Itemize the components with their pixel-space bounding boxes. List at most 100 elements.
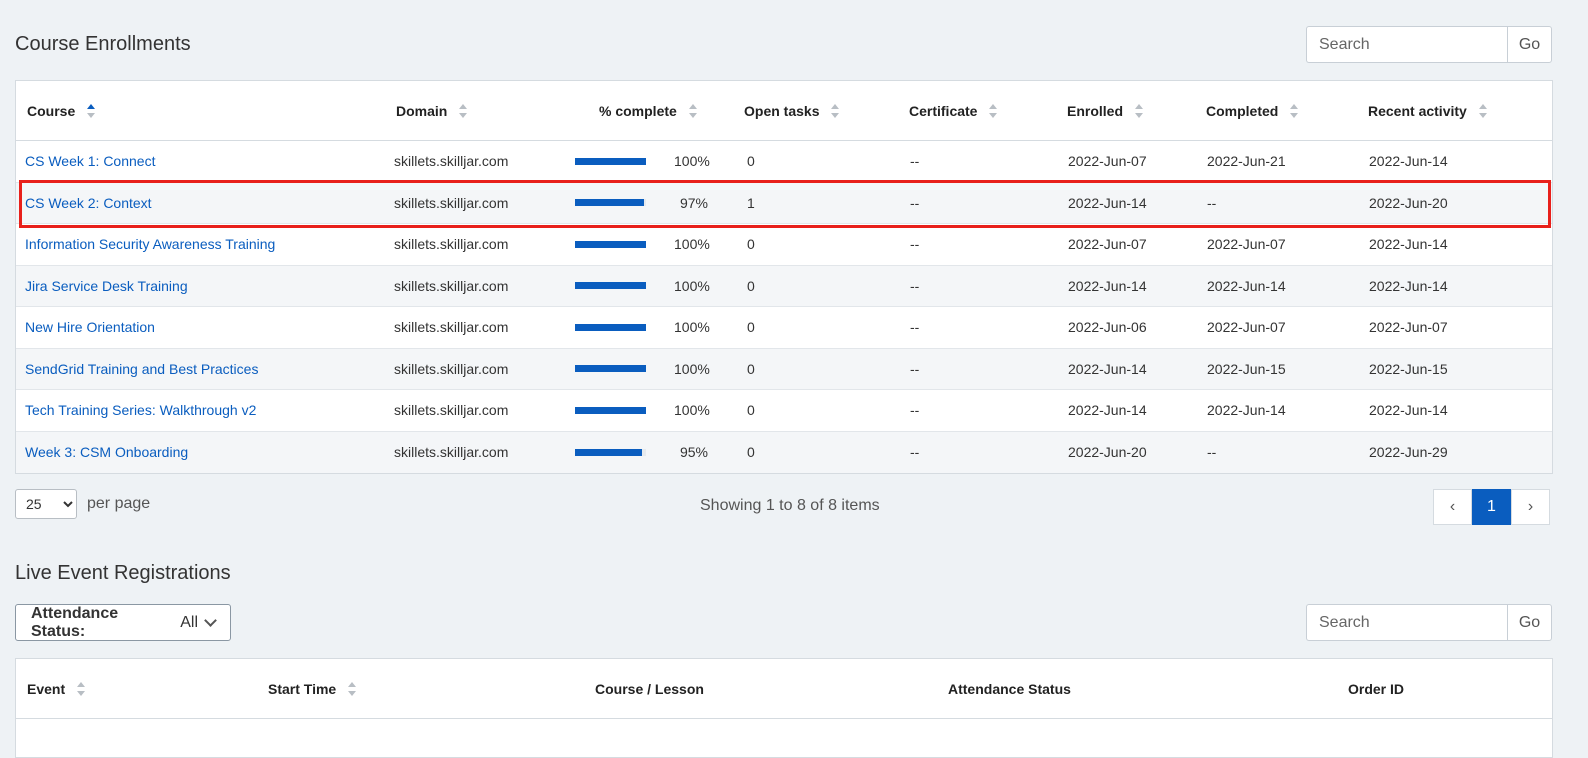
- course-link[interactable]: Tech Training Series: Walkthrough v2: [25, 402, 256, 418]
- percent-complete: 95%: [679, 444, 708, 461]
- sort-icon: [459, 103, 468, 118]
- col-open-tasks[interactable]: Open tasks: [744, 103, 909, 119]
- progress-bar-fill: [575, 199, 644, 207]
- col-domain[interactable]: Domain: [396, 103, 577, 119]
- certificate-cell: --: [910, 236, 920, 253]
- next-page-button[interactable]: ›: [1511, 489, 1550, 525]
- course-link[interactable]: Jira Service Desk Training: [25, 278, 188, 294]
- col-order-id-label: Order ID: [1348, 680, 1405, 697]
- attendance-status-dropdown[interactable]: Attendance Status: All: [15, 604, 231, 641]
- certificate-cell: --: [910, 319, 920, 336]
- progress-bar: [575, 448, 646, 456]
- table-row: New Hire Orientation skillets.skilljar.co…: [16, 307, 1552, 349]
- enrollments-search-input[interactable]: [1306, 26, 1507, 63]
- percent-complete: 100%: [674, 236, 710, 253]
- domain-cell: skillets.skilljar.com: [394, 319, 509, 336]
- enrolled-cell: 2022-Jun-14: [1068, 194, 1147, 211]
- percent-complete: 100%: [674, 153, 710, 170]
- progress-bar: [575, 157, 646, 165]
- certificate-cell: --: [910, 194, 920, 211]
- enrollments-search-group: Go: [1306, 26, 1552, 63]
- enrolled-cell: 2022-Jun-14: [1068, 402, 1147, 419]
- col-open-tasks-label: Open tasks: [744, 102, 820, 119]
- course-link[interactable]: Information Security Awareness Training: [25, 236, 275, 252]
- certificate-cell: --: [910, 153, 920, 170]
- completed-cell: 2022-Jun-14: [1207, 277, 1286, 294]
- col-percent-complete[interactable]: % complete: [577, 103, 744, 119]
- open-tasks-cell: 0: [747, 444, 755, 461]
- course-cell: New Hire Orientation: [16, 319, 394, 335]
- completed-cell: 2022-Jun-07: [1207, 319, 1286, 336]
- course-cell: Tech Training Series: Walkthrough v2: [16, 402, 394, 418]
- sort-icon: [348, 681, 357, 696]
- course-cell: Week 3: CSM Onboarding: [16, 444, 394, 460]
- events-search-group: Go: [1306, 604, 1552, 641]
- certificate-cell: --: [910, 360, 920, 377]
- domain-cell: skillets.skilljar.com: [394, 444, 509, 461]
- per-page-control: 25 per page: [15, 489, 150, 519]
- sort-icon: [77, 681, 86, 696]
- events-search-input[interactable]: [1306, 604, 1507, 641]
- progress-bar: [575, 406, 646, 414]
- completed-cell: 2022-Jun-15: [1207, 360, 1286, 377]
- attendance-status-value: All: [180, 613, 199, 631]
- page-1-button[interactable]: 1: [1472, 489, 1511, 525]
- percent-complete: 100%: [674, 402, 710, 419]
- percent-complete: 100%: [674, 360, 710, 377]
- prev-page-button[interactable]: ‹: [1433, 489, 1472, 525]
- course-cell: Information Security Awareness Training: [16, 236, 394, 252]
- table-row: CS Week 2: Context skillets.skilljar.com 9…: [16, 182, 1552, 224]
- progress-bar: [575, 323, 646, 331]
- percent-complete: 100%: [674, 319, 710, 336]
- table-row: SendGrid Training and Best Practices skil…: [16, 348, 1552, 390]
- enrollments-go-button[interactable]: Go: [1507, 26, 1552, 63]
- col-course-lesson: Course / Lesson: [595, 681, 948, 697]
- col-event-label: Event: [27, 680, 66, 697]
- progress-bar-fill: [575, 157, 646, 165]
- col-certificate[interactable]: Certificate: [909, 103, 1067, 119]
- pagination: ‹ 1 ›: [1433, 489, 1550, 525]
- domain-cell: skillets.skilljar.com: [394, 194, 509, 211]
- course-enrollments-title: Course Enrollments: [15, 33, 191, 55]
- recent-activity-cell: 2022-Jun-29: [1369, 444, 1448, 461]
- progress-cell: 97%: [575, 195, 745, 211]
- completed-cell: --: [1207, 444, 1217, 461]
- table-row: Week 3: CSM Onboarding skillets.skilljar.…: [16, 431, 1552, 473]
- col-enrolled[interactable]: Enrolled: [1067, 103, 1206, 119]
- table-row: CS Week 1: Connect skillets.skilljar.com 1…: [16, 141, 1552, 183]
- recent-activity-cell: 2022-Jun-14: [1369, 277, 1448, 294]
- enrolled-cell: 2022-Jun-07: [1068, 153, 1147, 170]
- course-link[interactable]: SendGrid Training and Best Practices: [25, 361, 258, 377]
- enrolled-cell: 2022-Jun-14: [1068, 277, 1147, 294]
- recent-activity-cell: 2022-Jun-07: [1369, 319, 1448, 336]
- col-completed-label: Completed: [1206, 102, 1279, 119]
- enrollments-table: Course Domain % complete Open tasks Cert…: [15, 80, 1553, 474]
- col-recent-activity[interactable]: Recent activity: [1368, 103, 1488, 119]
- table-row: Tech Training Series: Walkthrough v2 skil…: [16, 390, 1552, 432]
- col-certificate-label: Certificate: [909, 102, 978, 119]
- course-link[interactable]: Week 3: CSM Onboarding: [25, 444, 188, 460]
- progress-cell: 100%: [575, 153, 745, 169]
- attendance-status-label: Attendance Status:: [31, 604, 119, 640]
- chevron-down-icon: [204, 613, 217, 627]
- recent-activity-cell: 2022-Jun-14: [1369, 236, 1448, 253]
- col-course[interactable]: Course: [16, 103, 396, 119]
- col-event[interactable]: Event: [16, 681, 268, 697]
- course-link[interactable]: New Hire Orientation: [25, 319, 155, 335]
- domain-cell: skillets.skilljar.com: [394, 153, 509, 170]
- events-go-button[interactable]: Go: [1507, 604, 1552, 641]
- recent-activity-cell: 2022-Jun-14: [1369, 153, 1448, 170]
- sort-icon: [989, 103, 998, 118]
- col-percent-label: % complete: [599, 102, 677, 119]
- open-tasks-cell: 0: [747, 236, 755, 253]
- per-page-select[interactable]: 25: [15, 489, 77, 519]
- col-completed[interactable]: Completed: [1206, 103, 1368, 119]
- events-table-header: Event Start Time Course / Lesson Attenda…: [16, 659, 1552, 719]
- course-cell: CS Week 2: Context: [16, 195, 394, 211]
- progress-bar-fill: [575, 406, 646, 414]
- certificate-cell: --: [910, 402, 920, 419]
- course-link[interactable]: CS Week 2: Context: [25, 195, 152, 211]
- course-cell: SendGrid Training and Best Practices: [16, 361, 394, 377]
- col-start-time[interactable]: Start Time: [268, 681, 595, 697]
- course-link[interactable]: CS Week 1: Connect: [25, 153, 155, 169]
